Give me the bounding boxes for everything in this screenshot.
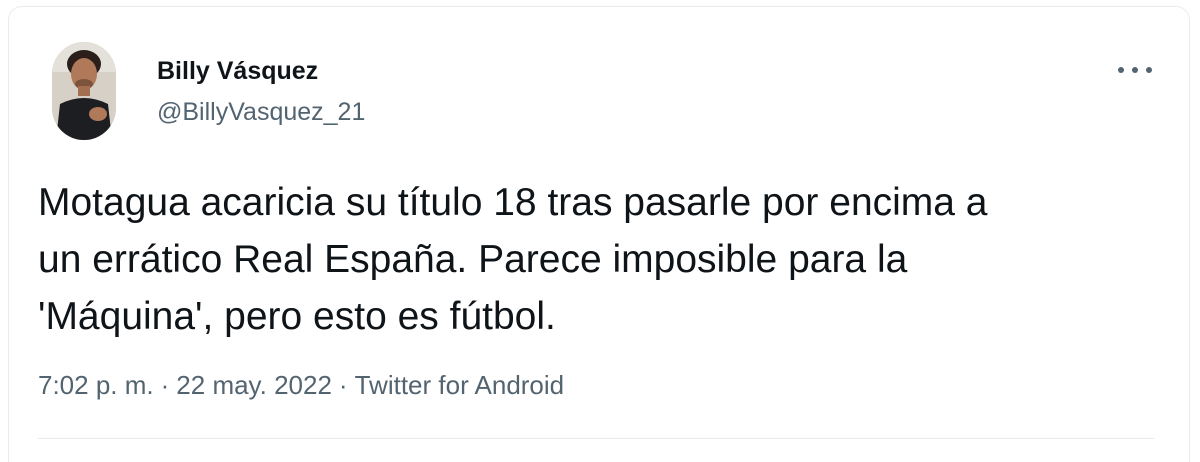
tweet-text: Motagua acaricia su título 18 tras pasar…	[38, 181, 988, 338]
more-dot	[1132, 67, 1138, 73]
author-handle[interactable]: @BillyVasquez_21	[157, 98, 365, 127]
more-icon[interactable]	[1118, 58, 1152, 82]
tweet-time[interactable]: 7:02 p. m.	[38, 370, 154, 401]
separator: ·	[338, 370, 348, 400]
separator: ·	[160, 370, 170, 400]
divider	[38, 438, 1154, 439]
avatar[interactable]	[52, 42, 116, 140]
more-dot	[1146, 67, 1152, 73]
avatar-photo	[52, 42, 116, 140]
more-dot	[1118, 67, 1124, 73]
tweet-source[interactable]: Twitter for Android	[355, 370, 565, 401]
tweet-date[interactable]: 22 may. 2022	[176, 370, 332, 401]
tweet-metadata: 7:02 p. m. · 22 may. 2022 · Twitter for …	[38, 370, 564, 401]
author-name[interactable]: Billy Vásquez	[157, 57, 318, 86]
